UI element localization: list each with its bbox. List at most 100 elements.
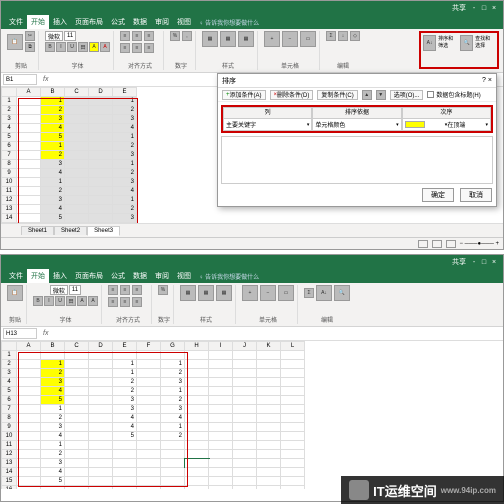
row-header[interactable]: 12 [1,450,17,459]
cell[interactable] [185,405,209,414]
row-header[interactable]: 11 [1,187,17,196]
cell[interactable] [89,187,113,196]
cell[interactable] [89,396,113,405]
cell[interactable] [185,441,209,450]
cell[interactable] [281,387,305,396]
menu-review[interactable]: 审阅 [151,269,173,283]
cell[interactable] [161,477,185,486]
cell[interactable]: 4 [41,468,65,477]
underline-icon[interactable]: U [55,296,65,306]
row-header[interactable]: 11 [1,441,17,450]
font-select[interactable]: 微软 [45,31,63,41]
cell[interactable] [185,477,209,486]
min-icon[interactable]: - [469,259,479,266]
cell[interactable]: 2 [41,450,65,459]
color-icon[interactable]: A [100,42,110,52]
sort-filter-icon[interactable]: A↓ [316,285,332,301]
cell[interactable] [233,459,257,468]
cell[interactable]: 2 [41,106,65,115]
cell[interactable] [281,450,305,459]
cell[interactable]: 4 [41,169,65,178]
cell[interactable]: 4 [113,414,137,423]
grid-bot[interactable]: ABCDEFGHIJKL1211132124323542165327133824… [1,341,503,489]
cell[interactable] [89,369,113,378]
delete-cell[interactable]: − [282,31,298,47]
sheet-tab[interactable]: Sheet1 [21,226,54,235]
cell[interactable] [257,423,281,432]
cell[interactable] [89,142,113,151]
cell[interactable]: 3 [161,378,185,387]
menu-review[interactable]: 审阅 [151,15,173,29]
paste-icon[interactable]: 📋 [7,285,23,301]
cell[interactable] [113,351,137,360]
cell[interactable] [209,360,233,369]
menu-home[interactable]: 开始 [27,15,49,29]
cell[interactable] [65,459,89,468]
cell[interactable] [65,160,89,169]
align-c[interactable]: ≡ [132,43,142,53]
menu-formulas[interactable]: 公式 [107,269,129,283]
menu-insert[interactable]: 插入 [49,15,71,29]
cell[interactable] [185,396,209,405]
cell[interactable] [17,196,41,205]
row-header[interactable]: 5 [1,133,17,142]
cell[interactable] [65,196,89,205]
cell[interactable] [161,351,185,360]
menu-layout[interactable]: 页面布局 [71,15,107,29]
row-header[interactable]: 4 [1,378,17,387]
cell[interactable] [65,142,89,151]
cell[interactable] [17,459,41,468]
cell[interactable] [17,423,41,432]
align-tl[interactable]: ≡ [120,31,130,41]
cell[interactable] [257,387,281,396]
tell-me[interactable]: ♀ 告诉我你想要做什么 [195,18,259,27]
cell[interactable] [233,369,257,378]
col-header[interactable]: A [17,87,41,97]
cell[interactable] [209,414,233,423]
cell[interactable] [17,405,41,414]
col-header[interactable] [1,341,17,351]
cell[interactable] [209,477,233,486]
cell[interactable] [137,369,161,378]
cell[interactable] [41,351,65,360]
cell[interactable] [137,486,161,489]
row-header[interactable]: 9 [1,423,17,432]
row-header[interactable]: 13 [1,205,17,214]
cell[interactable] [89,468,113,477]
cell[interactable]: 4 [41,124,65,133]
cell[interactable]: 3 [161,405,185,414]
cell[interactable] [17,214,41,223]
row-header[interactable]: 10 [1,432,17,441]
cell[interactable] [89,205,113,214]
view-normal[interactable] [418,240,428,248]
cell[interactable]: 5 [41,133,65,142]
cell[interactable]: 3 [41,423,65,432]
cell[interactable] [17,142,41,151]
cell[interactable] [209,432,233,441]
cell[interactable] [65,351,89,360]
row-header[interactable]: 2 [1,106,17,115]
cell[interactable]: 5 [113,432,137,441]
row-header[interactable]: 16 [1,486,17,489]
cell[interactable]: 1 [41,142,65,151]
col-header[interactable]: E [113,341,137,351]
border-icon[interactable]: 田 [66,296,76,306]
cell[interactable] [17,205,41,214]
cell[interactable] [137,477,161,486]
col-header[interactable]: K [257,341,281,351]
cell[interactable] [185,468,209,477]
row-header[interactable]: 7 [1,151,17,160]
cell[interactable] [185,450,209,459]
cell[interactable] [257,477,281,486]
cell[interactable] [281,423,305,432]
cell[interactable] [281,459,305,468]
sum-icon[interactable]: Σ [326,31,336,41]
row-header[interactable]: 6 [1,396,17,405]
name-box[interactable]: B1 [3,74,37,85]
cell[interactable] [185,369,209,378]
cell[interactable] [17,178,41,187]
bold-icon[interactable]: B [33,296,43,306]
col-header[interactable]: H [185,341,209,351]
row-header[interactable]: 6 [1,142,17,151]
cell[interactable] [89,378,113,387]
